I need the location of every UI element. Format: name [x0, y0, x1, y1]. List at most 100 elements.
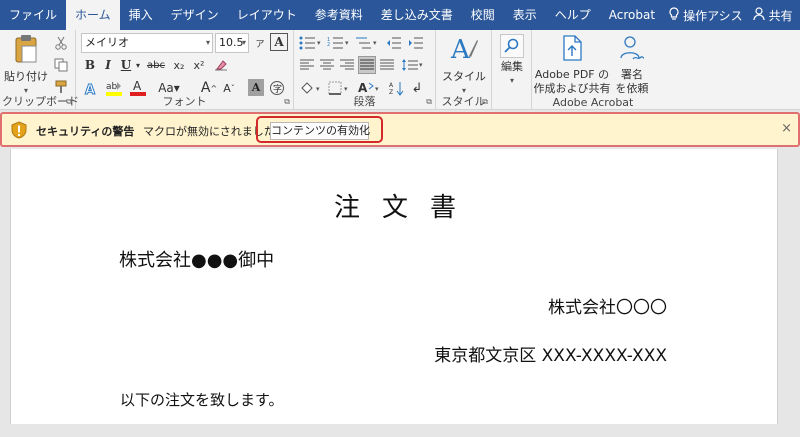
line-spacing-icon[interactable]: ▾	[400, 56, 426, 74]
svg-text:▾: ▾	[375, 85, 379, 93]
addressee-line: 株式会社●●●御中	[119, 250, 275, 271]
paragraph-group: ▾ 1 2 ▾ ▾ ▾ ▾ ▾ A ▾ A Z ↲ 段落 ⧉	[294, 30, 436, 109]
styles-launcher-icon[interactable]: ⧉	[482, 97, 488, 107]
editing-button[interactable]: 編集 ▾	[496, 34, 528, 88]
phonetic-guide-icon[interactable]: ア	[252, 33, 268, 53]
acrobat-group: Adobe PDF の 作成および共有 署名 を依頼 Adobe Acrobat	[532, 30, 654, 109]
person-icon	[753, 6, 766, 24]
copy-icon[interactable]	[52, 56, 70, 74]
font-name-combo[interactable]: メイリオ ▾	[81, 33, 213, 53]
close-icon[interactable]: ×	[781, 121, 792, 136]
paste-button[interactable]: 貼り付け ▾	[4, 34, 48, 98]
superscript-icon[interactable]: x²	[190, 56, 208, 74]
warning-shield-icon	[11, 121, 27, 139]
chevron-down-icon: ▾	[205, 38, 210, 47]
cut-icon[interactable]	[52, 34, 70, 52]
clipboard-icon	[4, 34, 48, 68]
tell-me-search[interactable]: 操作アシス	[668, 6, 743, 24]
document-page[interactable]: 注文書 株式会社●●●御中 株式会社〇〇〇 東京都文京区 XXX-XXXX-XX…	[10, 149, 778, 424]
search-icon	[500, 34, 524, 58]
styles-group: A スタイル ▾ スタイル ⧉	[436, 30, 492, 109]
clipboard-group: 貼り付け ▾ クリップボード ⧉	[0, 30, 79, 109]
sender-line: 株式会社〇〇〇	[548, 298, 667, 318]
font-size-combo[interactable]: 10.5 ▾	[215, 33, 249, 53]
font-group-label: フォント	[162, 95, 207, 108]
svg-text:▾: ▾	[419, 61, 423, 69]
align-left-icon[interactable]	[298, 56, 316, 74]
align-center-icon[interactable]	[318, 56, 336, 74]
tab-9[interactable]: ヘルプ	[546, 0, 600, 30]
acrobat-group-label: Adobe Acrobat	[552, 96, 634, 109]
clipboard-group-label: クリップボード	[2, 95, 79, 108]
styles-label: スタイル	[442, 70, 486, 83]
svg-text:▾: ▾	[317, 39, 321, 47]
font-group: メイリオ ▾ 10.5 ▾ ア A B I U ▾ abc x₂ x² A ab…	[76, 30, 294, 109]
increase-indent-icon[interactable]	[406, 34, 426, 52]
share-label: 共有	[768, 8, 793, 23]
svg-text:2: 2	[327, 42, 330, 48]
security-warning-bar: セキュリティの警告 マクロが無効にされました。 コンテンツの有効化 ×	[0, 112, 800, 147]
tell-me-label: 操作アシス	[683, 8, 743, 23]
align-right-icon[interactable]	[338, 56, 356, 74]
subscript-icon[interactable]: x₂	[170, 56, 188, 74]
tab-10[interactable]: Acrobat	[600, 0, 664, 30]
svg-text:▾: ▾	[373, 39, 377, 47]
tab-list: ファイル ホーム 挿入 デザイン レイアウト 参考資料 差し込み文書 校閲 表示 ヘルプ Acrob…	[0, 0, 664, 30]
address-line: 東京都文京区 XXX-XXXX-XXX	[434, 346, 667, 366]
chevron-down-icon[interactable]: ▾	[134, 56, 142, 74]
chevron-down-icon: ▾	[509, 76, 514, 85]
document-title: 注文書	[333, 193, 478, 223]
tab-1[interactable]: ホーム	[66, 0, 120, 30]
font-launcher-icon[interactable]: ⧉	[284, 97, 290, 107]
create-pdf-button[interactable]: Adobe PDF の 作成および共有	[532, 34, 612, 96]
editing-label: 編集	[501, 60, 523, 73]
styles-button[interactable]: A スタイル ▾	[438, 34, 490, 98]
sign-label-line1: 署名	[621, 68, 643, 81]
svg-text:▾: ▾	[344, 85, 348, 93]
paste-label: 貼り付け	[4, 70, 48, 83]
distributed-icon[interactable]	[378, 56, 396, 74]
paragraph-launcher-icon[interactable]: ⧉	[426, 97, 432, 107]
svg-text:▾: ▾	[316, 85, 320, 93]
lightbulb-icon	[668, 6, 680, 24]
multilevel-list-icon[interactable]: ▾	[354, 34, 380, 52]
tab-4[interactable]: レイアウト	[228, 0, 306, 30]
tab-2[interactable]: 挿入	[120, 0, 162, 30]
character-border-icon[interactable]: A	[270, 33, 288, 51]
svg-text:A: A	[389, 82, 394, 89]
tab-0[interactable]: ファイル	[0, 0, 66, 30]
clipboard-launcher-icon[interactable]: ⧉	[66, 97, 72, 107]
justify-icon[interactable]	[358, 56, 376, 74]
tab-5[interactable]: 参考資料	[306, 0, 372, 30]
create-pdf-label-line2: 作成および共有	[533, 82, 611, 95]
request-signature-button[interactable]: 署名 を依頼	[612, 34, 652, 96]
ribbon: 貼り付け ▾ クリップボード ⧉ メイリオ ▾ 10.5 ▾ ア A B I U…	[0, 30, 800, 110]
body-text: 以下の注文を致します。	[120, 391, 284, 409]
decrease-indent-icon[interactable]	[384, 34, 404, 52]
enable-content-button[interactable]: コンテンツの有効化	[270, 122, 370, 140]
vertical-scrollbar[interactable]	[785, 149, 800, 437]
clear-formatting-icon[interactable]	[212, 56, 230, 74]
bold-icon[interactable]: B	[82, 56, 98, 74]
svg-text:A: A	[133, 79, 142, 93]
ribbon-tab-bar: ファイル ホーム 挿入 デザイン レイアウト 参考資料 差し込み文書 校閲 表示 ヘルプ Acrob…	[0, 0, 800, 30]
numbering-icon[interactable]: 1 2 ▾	[326, 34, 352, 52]
tab-6[interactable]: 差し込み文書	[372, 0, 462, 30]
bullets-icon[interactable]: ▾	[298, 34, 324, 52]
editing-group: 編集 ▾	[492, 30, 532, 109]
font-size-value: 10.5	[219, 36, 244, 49]
strikethrough-icon[interactable]: abc	[144, 56, 168, 74]
underline-icon[interactable]: U	[118, 56, 134, 74]
chevron-down-icon: ▾	[241, 38, 246, 47]
signature-icon	[612, 34, 652, 66]
share-button[interactable]: 共有	[753, 6, 793, 24]
enable-content-highlight: コンテンツの有効化	[256, 116, 383, 143]
tab-3[interactable]: デザイン	[162, 0, 228, 30]
pdf-share-icon	[532, 34, 612, 66]
svg-text:▾: ▾	[345, 39, 349, 47]
tab-8[interactable]: 表示	[504, 0, 546, 30]
italic-icon[interactable]: I	[100, 56, 116, 74]
tab-7[interactable]: 校閲	[462, 0, 504, 30]
svg-text:ab: ab	[106, 82, 118, 92]
font-name-value: メイリオ	[85, 36, 129, 49]
